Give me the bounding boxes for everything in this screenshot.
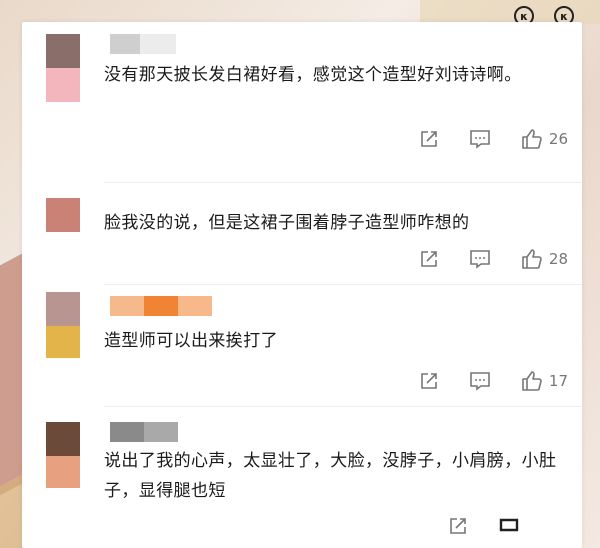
like-count: 28 bbox=[548, 250, 568, 268]
like-button[interactable]: 28 bbox=[521, 248, 568, 270]
reply-button[interactable] bbox=[469, 371, 491, 391]
comment-text: 说出了我的心声，太显壮了，大脸，没脖子，小肩膀，小肚子，显得腿也短 bbox=[104, 451, 557, 501]
comment-actions bbox=[418, 516, 520, 536]
share-icon bbox=[421, 251, 437, 267]
share-button[interactable] bbox=[419, 129, 439, 149]
thumbs-up-icon bbox=[522, 129, 542, 149]
comment-actions: 28 bbox=[389, 248, 568, 270]
comment-icon bbox=[470, 130, 490, 149]
share-icon bbox=[421, 131, 437, 147]
share-icon bbox=[450, 518, 466, 534]
thumbs-up-icon bbox=[522, 371, 542, 391]
comment-actions: 26 bbox=[389, 128, 568, 150]
avatar[interactable] bbox=[46, 292, 80, 358]
reply-button[interactable] bbox=[469, 249, 491, 269]
avatar[interactable] bbox=[46, 422, 80, 488]
avatar[interactable] bbox=[46, 34, 80, 102]
like-button[interactable]: 26 bbox=[521, 128, 568, 150]
divider bbox=[104, 284, 582, 285]
share-icon bbox=[421, 373, 437, 389]
username-redacted[interactable] bbox=[110, 296, 212, 316]
share-button[interactable] bbox=[448, 516, 468, 536]
comment-actions: 17 bbox=[389, 370, 568, 392]
like-count: 17 bbox=[548, 372, 568, 390]
comment-text: 脸我没的说，但是这裙子围着脖子造型师咋想的 bbox=[104, 213, 470, 233]
comment-icon bbox=[470, 372, 490, 391]
thumbs-up-icon bbox=[522, 249, 542, 269]
comment-icon bbox=[470, 250, 490, 269]
comment-text: 造型师可以出来挨打了 bbox=[104, 331, 278, 351]
share-button[interactable] bbox=[419, 249, 439, 269]
share-button[interactable] bbox=[419, 371, 439, 391]
username-redacted[interactable] bbox=[110, 34, 176, 54]
comment-icon bbox=[499, 518, 519, 532]
divider bbox=[104, 406, 582, 407]
comment-text: 没有那天披长发白裙好看，感觉这个造型好刘诗诗啊。 bbox=[104, 65, 522, 85]
comment-list: 没有那天披长发白裙好看，感觉这个造型好刘诗诗啊。 26 脸我没的说，但是这裙子围… bbox=[22, 22, 582, 548]
reply-button[interactable] bbox=[498, 516, 520, 536]
avatar[interactable] bbox=[46, 198, 80, 232]
like-count: 26 bbox=[548, 130, 568, 148]
like-button[interactable]: 17 bbox=[521, 370, 568, 392]
reply-button[interactable] bbox=[469, 129, 491, 149]
divider bbox=[104, 182, 582, 183]
username-redacted[interactable] bbox=[110, 422, 178, 442]
